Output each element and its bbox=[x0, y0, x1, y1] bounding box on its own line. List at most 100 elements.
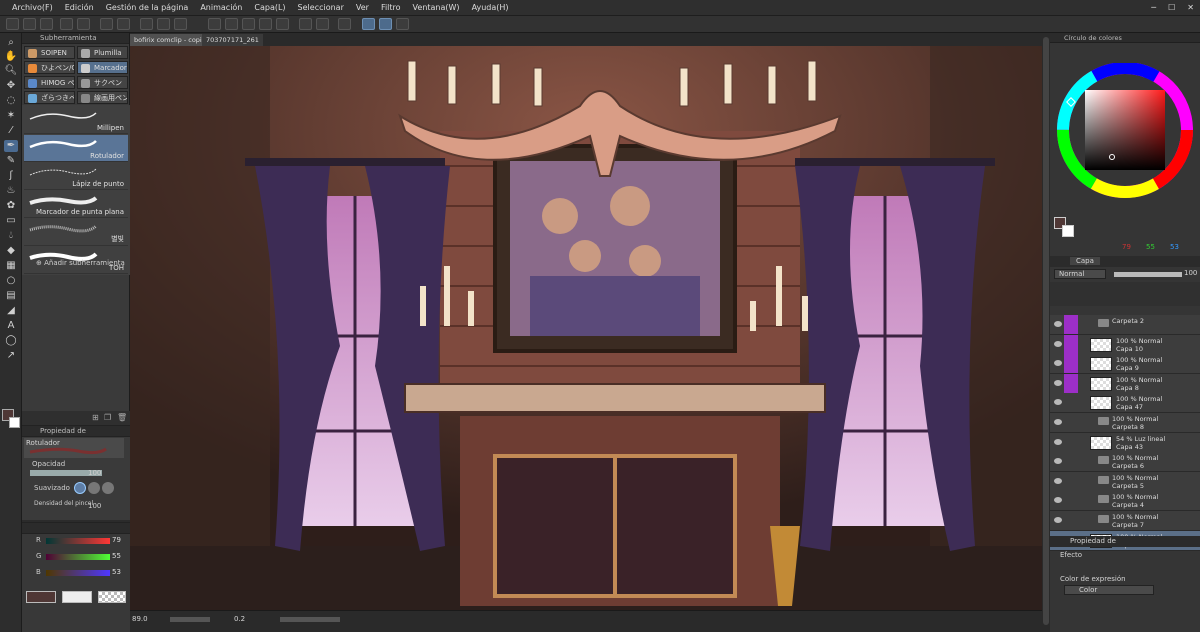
brush-item-rotulador[interactable]: Rotulador bbox=[24, 135, 128, 162]
wheel-sub-swatch[interactable] bbox=[1062, 225, 1074, 237]
snap-ruler-icon[interactable] bbox=[316, 18, 329, 30]
move-icon[interactable]: ✥ bbox=[4, 80, 18, 92]
transparent-swatch[interactable] bbox=[98, 591, 126, 603]
snap-icon[interactable] bbox=[299, 18, 312, 30]
brush-item-punta-plana[interactable]: Marcador de punta plana bbox=[24, 191, 128, 218]
close-icon[interactable]: ✕ bbox=[1181, 3, 1200, 12]
blend-icon[interactable]: 💧︎ bbox=[4, 230, 18, 242]
layer-row[interactable]: 100 % Normal Capa 9 bbox=[1050, 354, 1200, 375]
eye-icon[interactable] bbox=[1054, 360, 1062, 367]
tab-document-2[interactable]: 703707171_261 bbox=[202, 34, 263, 46]
open-file-icon[interactable] bbox=[23, 18, 36, 30]
menu-seleccionar[interactable]: Seleccionar bbox=[292, 3, 350, 12]
clear-icon[interactable] bbox=[100, 18, 113, 30]
eye-icon[interactable] bbox=[1054, 419, 1062, 425]
new-file-icon[interactable] bbox=[6, 18, 19, 30]
add-icon[interactable]: ⊞ bbox=[92, 413, 99, 422]
tab-capa[interactable]: Capa bbox=[1070, 257, 1100, 265]
ruler-icon[interactable] bbox=[276, 18, 289, 30]
pen-icon[interactable]: ✒ bbox=[4, 140, 18, 152]
balloon-icon[interactable]: ◯ bbox=[4, 335, 18, 347]
layer-row[interactable]: 100 % Normal Capa 8 bbox=[1050, 373, 1200, 394]
menu-ver[interactable]: Ver bbox=[350, 3, 375, 12]
eye-icon[interactable] bbox=[1054, 340, 1062, 347]
menu-ayuda[interactable]: Ayuda(H) bbox=[466, 3, 515, 12]
menu-archivo[interactable]: Archivo(F) bbox=[6, 3, 59, 12]
brush-item-lapiz-punto[interactable]: Lápiz de punto bbox=[24, 163, 128, 190]
eye-icon[interactable] bbox=[1054, 399, 1062, 406]
eyedropper-icon[interactable]: ⁄ bbox=[4, 125, 18, 137]
layer-folder-row[interactable]: 100 % Normal Carpeta 6 bbox=[1050, 452, 1200, 473]
add-subtool-button[interactable]: ⊕ Añadir subherramienta bbox=[36, 259, 125, 267]
zoom-value[interactable]: 89.0 bbox=[132, 615, 148, 623]
subtool-group-hiyopen[interactable]: ひよペン/GI bbox=[24, 61, 75, 74]
subtool-group-himog[interactable]: HIMOG ペン bbox=[24, 76, 75, 89]
smoothing-option-3[interactable] bbox=[102, 482, 114, 494]
menu-edicion[interactable]: Edición bbox=[59, 3, 100, 12]
delete-icon[interactable]: 🗑︎ bbox=[117, 413, 127, 422]
transform-icon[interactable] bbox=[117, 18, 130, 30]
angle-slider[interactable] bbox=[280, 617, 340, 622]
deselect-icon[interactable] bbox=[157, 18, 170, 30]
select-all-icon[interactable] bbox=[140, 18, 153, 30]
sub-color-swatch[interactable] bbox=[9, 417, 20, 428]
eraser-icon[interactable]: ▭ bbox=[4, 215, 18, 227]
blend-mode-select[interactable]: Normal bbox=[1054, 269, 1106, 279]
pencil-icon[interactable]: ✎ bbox=[4, 155, 18, 167]
zoom-icon[interactable]: ⌕ bbox=[4, 37, 18, 49]
subtool-group-soipen[interactable]: SOIPEN bbox=[24, 46, 75, 59]
lasso-icon[interactable]: ◌ bbox=[4, 95, 18, 107]
expression-color-select[interactable]: Color bbox=[1064, 585, 1154, 595]
eye-icon[interactable] bbox=[1054, 517, 1062, 523]
snap-special-icon[interactable] bbox=[338, 18, 351, 30]
hand-icon[interactable]: ✋ bbox=[4, 51, 18, 63]
eye-icon[interactable] bbox=[1054, 458, 1062, 465]
menu-animacion[interactable]: Animación bbox=[194, 3, 248, 12]
canvas[interactable] bbox=[130, 46, 1042, 610]
subtool-group-plumilla[interactable]: Plumilla bbox=[77, 46, 128, 59]
secondary-color-swatch[interactable] bbox=[62, 591, 92, 603]
ruler-tool-icon[interactable]: ◢ bbox=[4, 305, 18, 317]
layer-folder-row[interactable]: Carpeta 2 bbox=[1050, 315, 1200, 335]
save-icon[interactable] bbox=[40, 18, 53, 30]
pressure-icon[interactable] bbox=[379, 18, 392, 30]
stabilizer-icon[interactable] bbox=[362, 18, 375, 30]
subtool-group-zaratsuki[interactable]: ざらつきペン bbox=[24, 91, 75, 104]
fill-tool-icon[interactable]: ◆ bbox=[4, 245, 18, 257]
flip-icon[interactable] bbox=[259, 18, 272, 30]
zoom-slider[interactable] bbox=[170, 617, 210, 622]
subtool-group-marcador[interactable]: Marcador bbox=[77, 61, 128, 74]
current-color-swatch[interactable] bbox=[26, 591, 56, 603]
undo-icon[interactable] bbox=[60, 18, 73, 30]
text-icon[interactable]: A bbox=[4, 320, 18, 332]
fill-icon[interactable] bbox=[242, 18, 255, 30]
layer-row[interactable]: 100 % Normal Capa 10 bbox=[1050, 334, 1200, 355]
frame-icon[interactable]: ▤ bbox=[4, 290, 18, 302]
brush-item-byeolbit[interactable]: 별빛 bbox=[24, 219, 128, 246]
invert-selection-icon[interactable] bbox=[174, 18, 187, 30]
eye-icon[interactable] bbox=[1054, 379, 1062, 386]
redo-icon[interactable] bbox=[77, 18, 90, 30]
copy-icon[interactable]: ❐ bbox=[104, 413, 111, 422]
eye-icon[interactable] bbox=[1054, 477, 1062, 484]
angle-value[interactable]: 0.2 bbox=[234, 615, 245, 623]
rotate-left-icon[interactable] bbox=[208, 18, 221, 30]
figure-icon[interactable]: ○ bbox=[4, 275, 18, 287]
gradient-icon[interactable]: ▦ bbox=[4, 260, 18, 272]
rotate-right-icon[interactable] bbox=[225, 18, 238, 30]
layer-folder-row[interactable]: 100 % Normal Carpeta 5 bbox=[1050, 471, 1200, 492]
layer-folder-row[interactable]: 100 % Normal Carpeta 8 bbox=[1050, 413, 1200, 433]
layer-folder-row[interactable]: 100 % Normal Carpeta 4 bbox=[1050, 491, 1200, 512]
layer-opacity-slider[interactable] bbox=[1114, 272, 1182, 277]
airbrush-icon[interactable]: ♨ bbox=[4, 185, 18, 197]
r-slider[interactable]: R 79 bbox=[30, 536, 138, 546]
magic-wand-icon[interactable]: ✶ bbox=[4, 110, 18, 122]
smoothing-option-2[interactable] bbox=[88, 482, 100, 494]
edit-brush-icon[interactable] bbox=[396, 18, 409, 30]
menu-ventana[interactable]: Ventana(W) bbox=[407, 3, 466, 12]
b-slider[interactable]: B 53 bbox=[30, 568, 138, 578]
maximize-icon[interactable]: ☐ bbox=[1162, 3, 1181, 12]
eye-icon[interactable] bbox=[1054, 438, 1062, 445]
eye-icon[interactable] bbox=[1054, 321, 1062, 327]
decoration-icon[interactable]: ✿ bbox=[4, 200, 18, 212]
